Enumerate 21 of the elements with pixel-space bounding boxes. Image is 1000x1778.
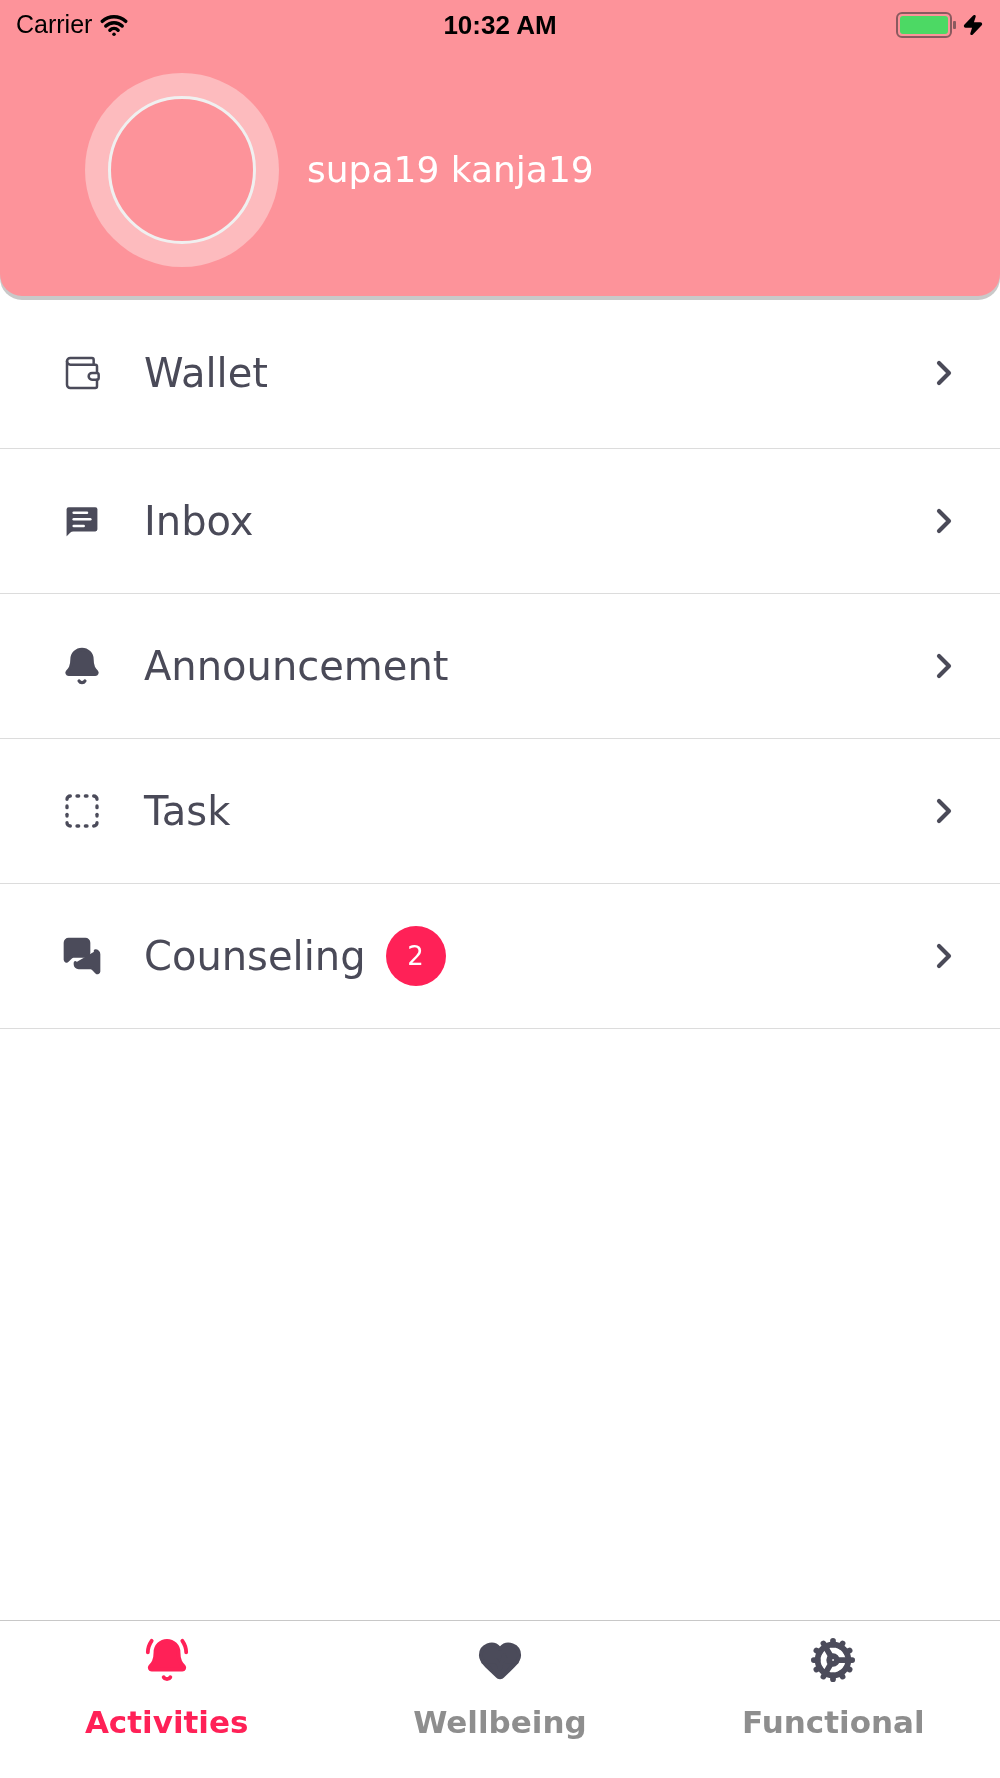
- menu-label: Inbox: [144, 497, 254, 546]
- menu-label: Wallet: [144, 349, 269, 398]
- bell-icon: [143, 1637, 190, 1683]
- menu-label: Task: [144, 787, 231, 836]
- menu-item[interactable]: Inbox: [0, 449, 1000, 594]
- count-badge: 2: [385, 926, 446, 986]
- tab[interactable]: Activities: [0, 1621, 334, 1778]
- menu-item[interactable]: Announcement: [0, 594, 1000, 739]
- chat-bubbles-icon: [62, 936, 102, 976]
- clock: 10:32 AM: [443, 8, 557, 42]
- bell-icon: [62, 646, 102, 686]
- menu-item[interactable]: Counseling 2: [0, 884, 1000, 1029]
- carrier-label: Carrier: [16, 9, 93, 41]
- menu-item[interactable]: Task: [0, 739, 1000, 884]
- battery-icon: [896, 11, 958, 39]
- menu-label: Announcement: [144, 642, 449, 691]
- square-icon: [62, 791, 102, 831]
- menu-item[interactable]: Wallet: [0, 298, 1000, 449]
- user-name: supa19 kanja19: [307, 148, 594, 192]
- menu-label: Counseling: [144, 932, 366, 981]
- charging-icon: [962, 14, 984, 36]
